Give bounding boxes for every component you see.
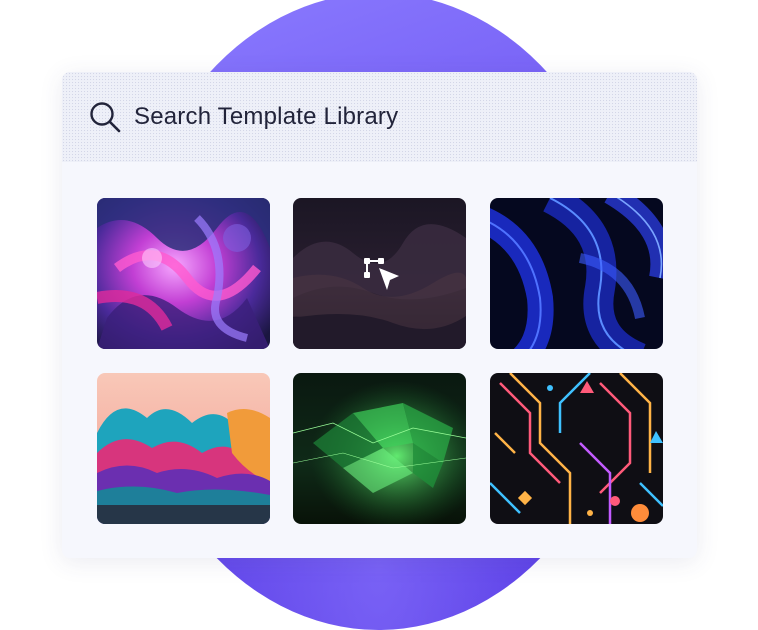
template-thumbnail-2[interactable] — [293, 198, 466, 349]
search-bar[interactable]: Search Template Library — [62, 72, 697, 162]
template-library-panel: Search Template Library — [62, 72, 697, 558]
template-thumbnail-1[interactable] — [97, 198, 270, 349]
search-input[interactable]: Search Template Library — [134, 102, 398, 132]
template-thumbnail-5[interactable] — [293, 373, 466, 524]
template-thumbnail-3[interactable] — [490, 198, 663, 349]
template-thumbnail-4[interactable] — [97, 373, 270, 524]
search-icon — [90, 102, 121, 133]
template-thumbnail-6[interactable] — [490, 373, 663, 524]
